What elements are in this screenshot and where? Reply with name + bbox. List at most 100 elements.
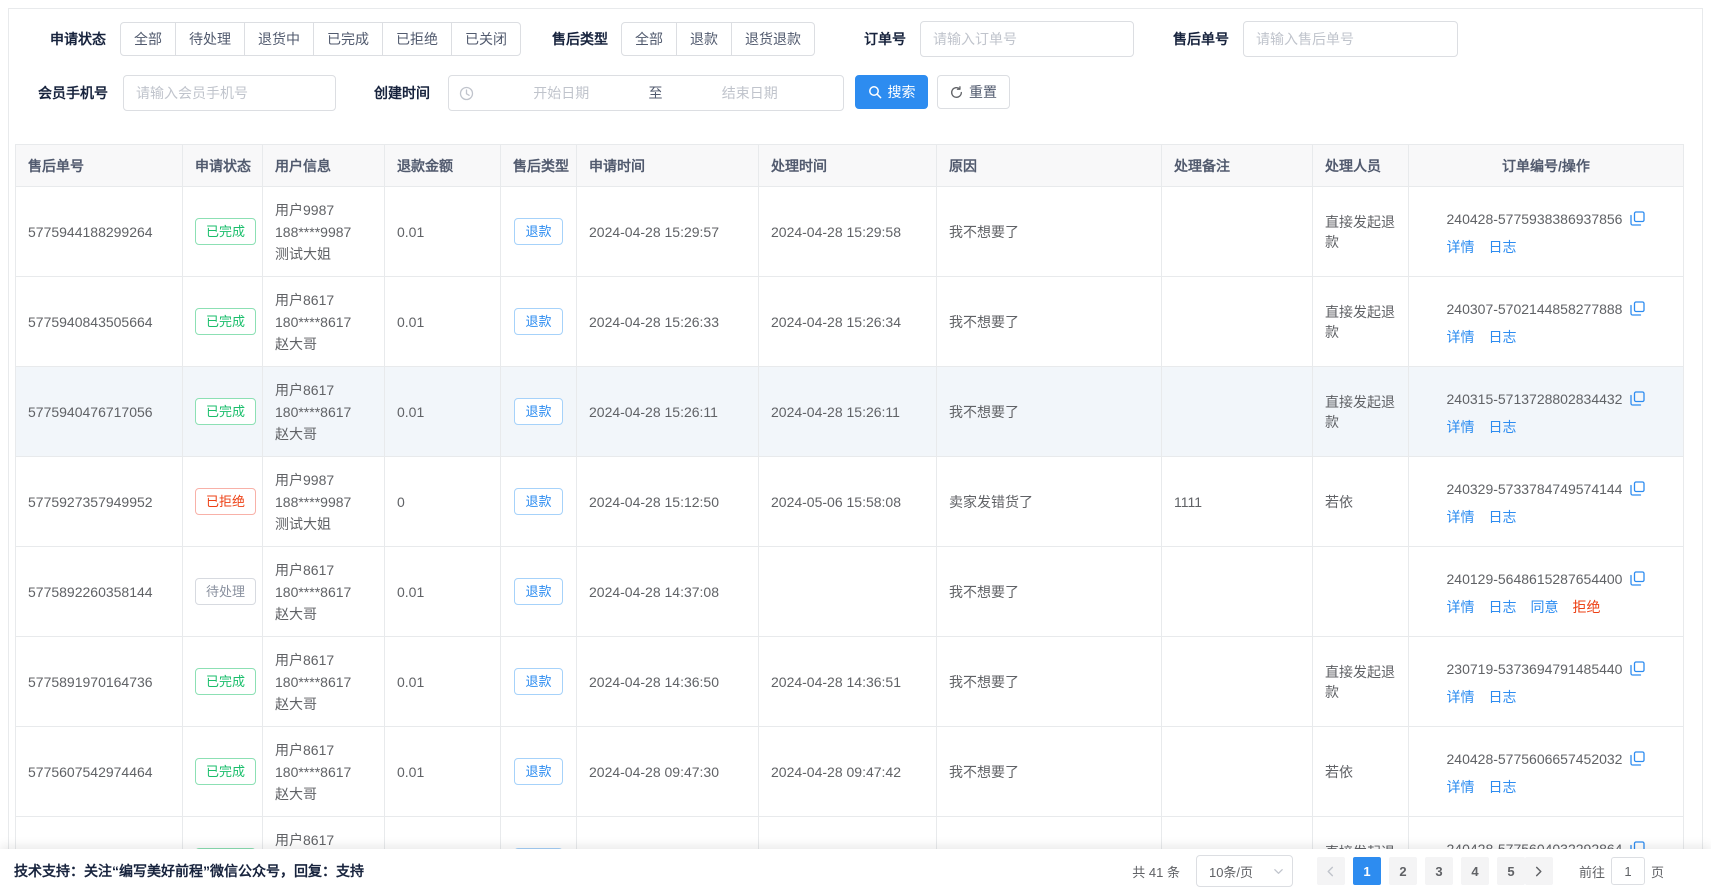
- action-link-拒绝[interactable]: 拒绝: [1573, 597, 1601, 617]
- cell-user-info: 用户8617180****8617赵大哥: [263, 817, 385, 850]
- status-badge: 已完成: [195, 398, 256, 425]
- cell-service-type: 退款: [501, 817, 577, 850]
- action-link-日志[interactable]: 日志: [1489, 777, 1517, 797]
- user-info-line: 180****8617: [275, 581, 372, 603]
- action-link-详情[interactable]: 详情: [1447, 237, 1475, 257]
- cell-handle-time: 2024-04-28 15:26:11: [759, 367, 937, 457]
- status-option-0[interactable]: 全部: [120, 22, 176, 56]
- user-info-line: 用户8617: [275, 559, 372, 581]
- goto-input[interactable]: [1611, 857, 1645, 885]
- cell-reason: 我不想要了: [937, 187, 1162, 277]
- reset-button[interactable]: 重置: [937, 75, 1010, 109]
- row-actions: 详情日志: [1447, 777, 1646, 797]
- order-number-line: 240307-5702144858277888: [1447, 297, 1646, 321]
- copy-icon[interactable]: [1630, 571, 1645, 586]
- cell-handle-time: [759, 547, 937, 637]
- page-size-select[interactable]: 10条/页: [1196, 855, 1293, 887]
- action-link-日志[interactable]: 日志: [1489, 327, 1517, 347]
- column-header-0: 售后单号: [16, 145, 183, 187]
- cell-remark: [1162, 367, 1313, 457]
- cell-user-info: 用户9987188****9987测试大姐: [263, 457, 385, 547]
- order-inner: 240129-5648615287654400 详情日志同意拒绝: [1447, 567, 1646, 617]
- cell-remark: 1111: [1162, 457, 1313, 547]
- status-badge: 已完成: [195, 758, 256, 785]
- user-info-line: 测试大姐: [275, 243, 372, 265]
- action-link-日志[interactable]: 日志: [1489, 687, 1517, 707]
- type-option-1[interactable]: 退款: [676, 22, 732, 56]
- cell-handle-time: 2024-05-06 15:58:08: [759, 457, 937, 547]
- row-actions: 详情日志: [1447, 507, 1646, 527]
- prev-page-button[interactable]: [1317, 857, 1345, 885]
- next-page-button[interactable]: [1525, 857, 1553, 885]
- copy-icon[interactable]: [1630, 211, 1645, 226]
- type-option-0[interactable]: 全部: [621, 22, 677, 56]
- cell-service-no: 5775607542974464: [16, 727, 183, 817]
- column-header-4: 售后类型: [501, 145, 577, 187]
- row-actions: 详情日志: [1447, 237, 1646, 257]
- end-date-input[interactable]: [667, 85, 834, 101]
- action-link-日志[interactable]: 日志: [1489, 597, 1517, 617]
- user-info-line: 用户8617: [275, 289, 372, 311]
- status-option-2[interactable]: 退货中: [244, 22, 314, 56]
- date-range-picker[interactable]: 至: [448, 75, 844, 111]
- type-option-2[interactable]: 退货退款: [731, 22, 815, 56]
- service-no-input[interactable]: [1243, 21, 1458, 57]
- action-link-日志[interactable]: 日志: [1489, 507, 1517, 527]
- cell-status: 已完成: [183, 187, 263, 277]
- action-link-同意[interactable]: 同意: [1531, 597, 1559, 617]
- action-link-日志[interactable]: 日志: [1489, 237, 1517, 257]
- action-link-日志[interactable]: 日志: [1489, 417, 1517, 437]
- copy-icon[interactable]: [1630, 481, 1645, 496]
- order-no-input[interactable]: [920, 21, 1134, 57]
- status-option-5[interactable]: 已关闭: [451, 22, 521, 56]
- cell-apply-time: 2024-04-28 14:36:50: [577, 637, 759, 727]
- start-date-input[interactable]: [478, 85, 645, 101]
- status-option-4[interactable]: 已拒绝: [382, 22, 452, 56]
- cell-refund-amount: 0.01: [385, 187, 501, 277]
- cell-user-info: 用户8617180****8617赵大哥: [263, 637, 385, 727]
- action-link-详情[interactable]: 详情: [1447, 777, 1475, 797]
- order-number-line: 230719-5373694791485440: [1447, 657, 1646, 681]
- action-link-详情[interactable]: 详情: [1447, 687, 1475, 707]
- page-button-5[interactable]: 5: [1497, 857, 1525, 885]
- order-no-label: 订单号: [864, 21, 906, 57]
- cell-reason: 我不想要了: [937, 277, 1162, 367]
- page-button-3[interactable]: 3: [1425, 857, 1453, 885]
- cell-handler: 直接发起退款: [1313, 277, 1409, 367]
- cell-apply-time: [577, 817, 759, 850]
- order-inner: 240428-5775606657452032详情日志: [1447, 747, 1646, 797]
- page-button-1[interactable]: 1: [1353, 857, 1381, 885]
- member-phone-input[interactable]: [123, 75, 336, 111]
- column-header-9: 处理人员: [1313, 145, 1409, 187]
- action-link-详情[interactable]: 详情: [1447, 507, 1475, 527]
- page-button-2[interactable]: 2: [1389, 857, 1417, 885]
- status-option-3[interactable]: 已完成: [313, 22, 383, 56]
- type-filter-group: 全部退款退货退款: [621, 22, 815, 56]
- cell-reason: 我不想要了: [937, 637, 1162, 727]
- order-box: 240307-5702144858277888 详情日志: [1421, 297, 1671, 347]
- cell-status: 已完成: [183, 727, 263, 817]
- copy-icon[interactable]: [1630, 661, 1645, 676]
- action-link-详情[interactable]: 详情: [1447, 417, 1475, 437]
- copy-icon[interactable]: [1630, 391, 1645, 406]
- copy-icon[interactable]: [1630, 751, 1645, 766]
- search-button[interactable]: 搜索: [855, 75, 928, 109]
- cell-remark: [1162, 727, 1313, 817]
- user-info-line: 测试大姐: [275, 513, 372, 535]
- column-header-3: 退款金额: [385, 145, 501, 187]
- copy-icon[interactable]: [1630, 301, 1645, 316]
- order-inner: 240315-5713728802834432详情日志: [1447, 387, 1646, 437]
- action-link-详情[interactable]: 详情: [1447, 597, 1475, 617]
- cell-apply-time: 2024-04-28 15:12:50: [577, 457, 759, 547]
- total-count: 共 41 条: [1132, 862, 1180, 881]
- order-inner: 240329-5733784749574144详情日志: [1447, 477, 1646, 527]
- page-button-4[interactable]: 4: [1461, 857, 1489, 885]
- action-link-详情[interactable]: 详情: [1447, 327, 1475, 347]
- goto-page-suffix: 页: [1651, 862, 1664, 881]
- status-badge: 待处理: [195, 578, 256, 605]
- order-number-line: 240129-5648615287654400: [1447, 567, 1646, 591]
- cell-apply-time: 2024-04-28 09:47:30: [577, 727, 759, 817]
- copy-icon[interactable]: [1630, 841, 1645, 849]
- type-badge: 退款: [514, 308, 562, 335]
- status-option-1[interactable]: 待处理: [175, 22, 245, 56]
